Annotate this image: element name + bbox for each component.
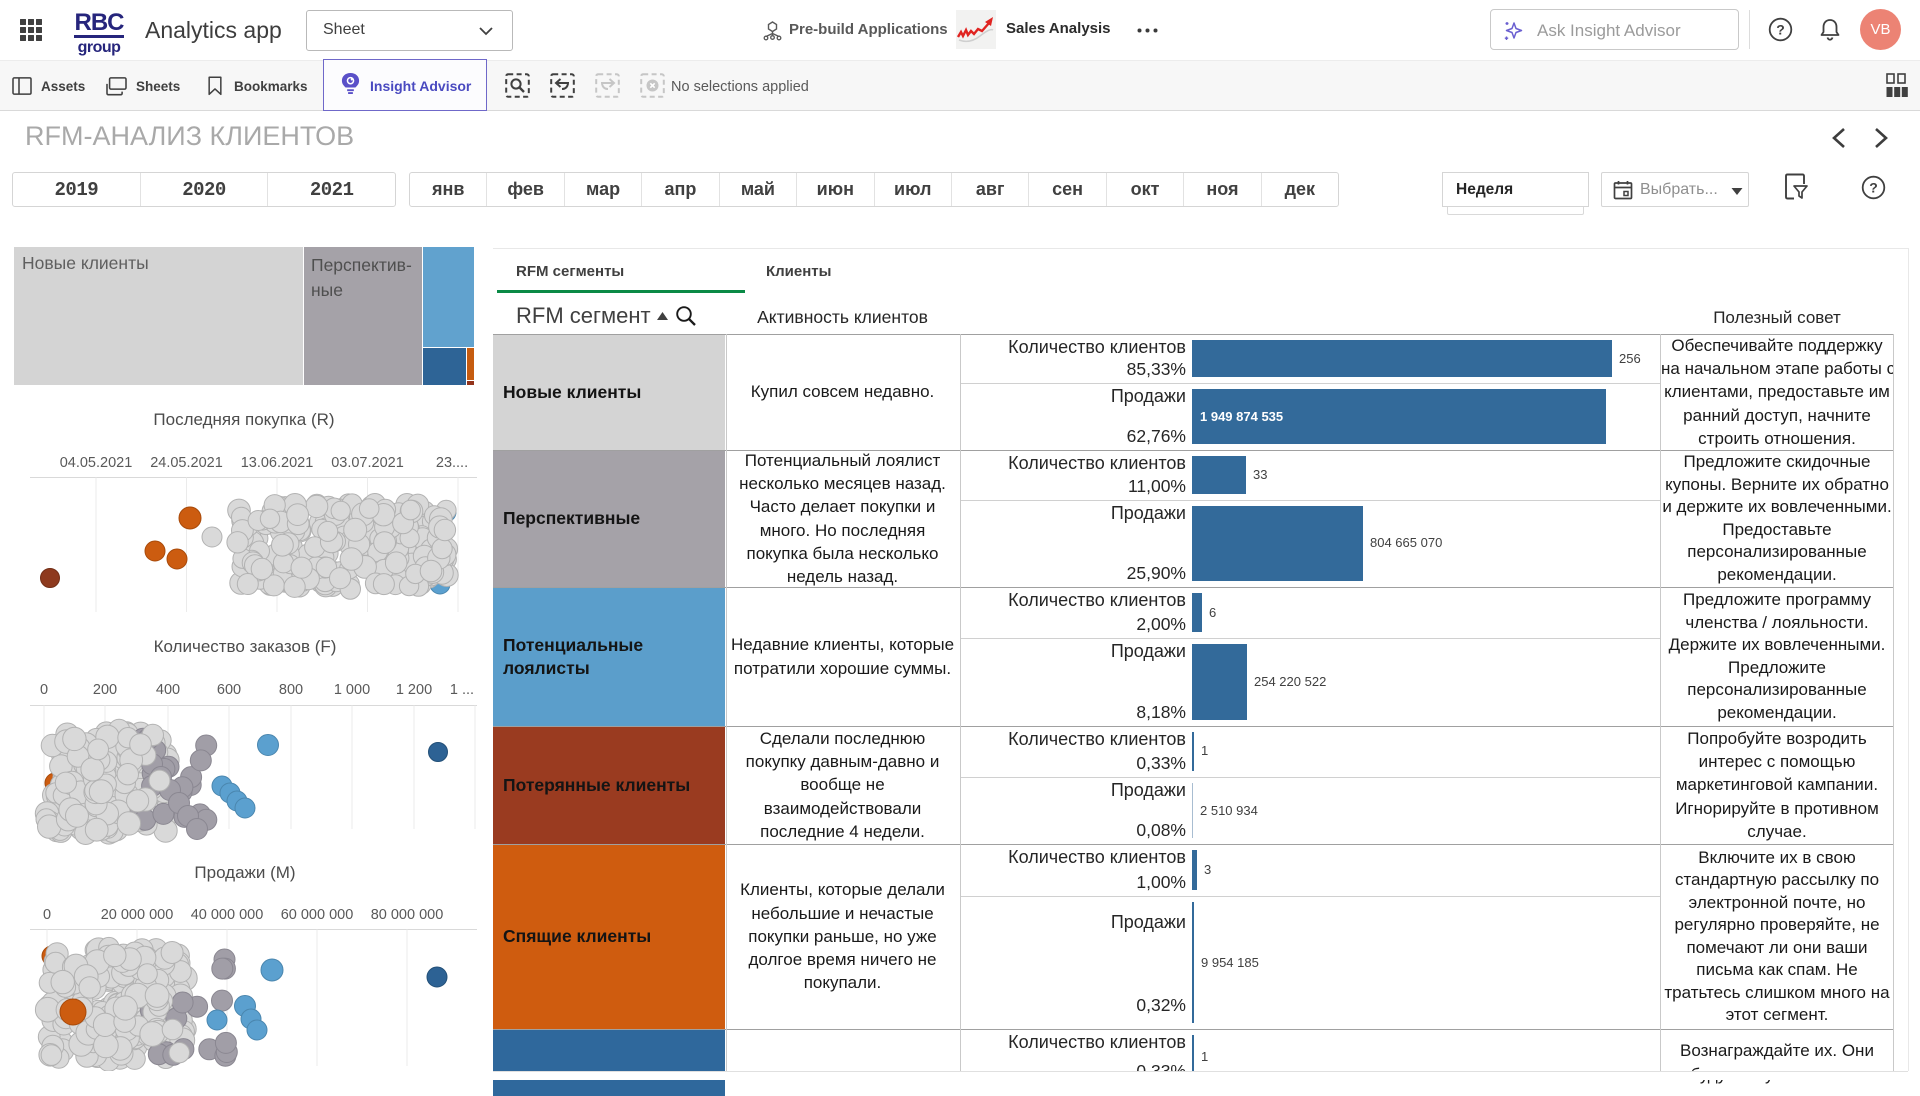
svg-text:?: ? [1776,22,1785,38]
svg-text:40 000 000: 40 000 000 [191,907,264,923]
svg-text:04.05.2021: 04.05.2021 [60,455,133,471]
svg-text:200: 200 [93,682,117,698]
svg-text:Продажи (M): Продажи (M) [194,863,295,882]
svg-text:20 000 000: 20 000 000 [101,907,174,923]
svg-text:13.06.2021: 13.06.2021 [241,455,314,471]
svg-text:800: 800 [279,682,303,698]
svg-text:0: 0 [43,907,51,923]
svg-text:0: 0 [40,682,48,698]
svg-text:23....: 23.... [436,455,468,471]
svg-text:?: ? [1869,180,1878,196]
svg-text:600: 600 [217,682,241,698]
svg-text:400: 400 [156,682,180,698]
svg-text:Количество заказов (F): Количество заказов (F) [154,637,337,656]
svg-text:60 000 000: 60 000 000 [281,907,354,923]
svg-text:03.07.2021: 03.07.2021 [331,455,404,471]
svg-text:Последняя покупка (R): Последняя покупка (R) [153,410,334,429]
svg-text:24.05.2021: 24.05.2021 [150,455,223,471]
svg-text:1 ...: 1 ... [450,682,474,698]
svg-text:1 000: 1 000 [334,682,370,698]
svg-text:1 200: 1 200 [396,682,432,698]
svg-text:80 000 000: 80 000 000 [371,907,444,923]
